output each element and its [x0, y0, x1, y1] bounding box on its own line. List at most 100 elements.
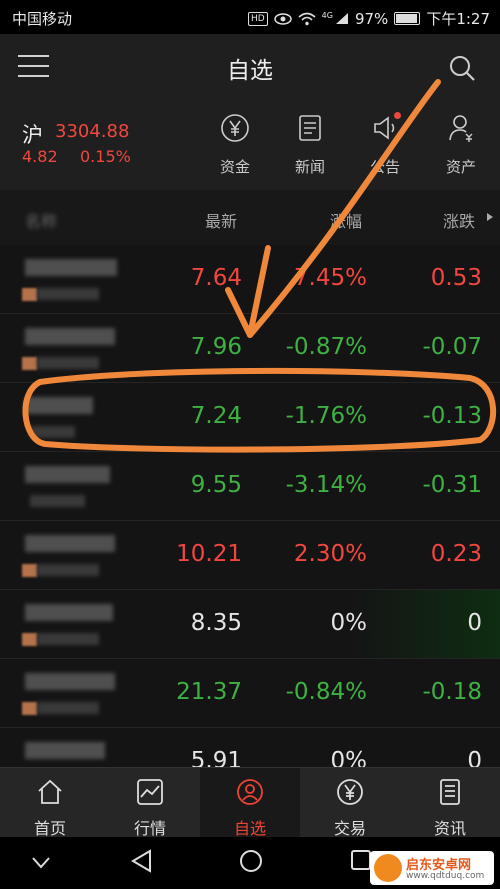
- tab-label: 行情: [133, 819, 166, 838]
- cell-price: 9.55: [190, 472, 242, 498]
- stock-code: [30, 495, 85, 507]
- cell-change-pct: -0.84%: [285, 679, 367, 705]
- table-row[interactable]: 7.24 -1.76% -0.13: [0, 383, 500, 452]
- cell-change: -0.18: [422, 679, 482, 705]
- stock-name: [25, 259, 117, 276]
- user-assets-icon: [449, 115, 473, 142]
- cell-change-pct: 7.45%: [293, 265, 367, 291]
- recents-icon[interactable]: [350, 849, 372, 871]
- app-bar: 自选: [0, 34, 500, 100]
- stock-name: [25, 604, 113, 621]
- table-row[interactable]: 7.96 -0.87% -0.07: [0, 314, 500, 383]
- index-panel: 沪 3304.88 4.82 0.15% 资金 新闻 公告 资产: [0, 100, 500, 191]
- tab-info[interactable]: 资讯: [400, 768, 500, 838]
- watchlist: 7.64 7.45% 0.53 7.96 -0.87% -0.07 7.24 -…: [0, 245, 500, 797]
- home-icon: [38, 779, 62, 804]
- index-change-pct: 0.15%: [80, 147, 131, 166]
- quick-label: 新闻: [294, 158, 325, 176]
- eye-icon: [273, 12, 292, 25]
- quick-news-button[interactable]: 新闻: [280, 112, 340, 177]
- cell-price: 7.64: [190, 265, 242, 291]
- cell-change: -0.31: [422, 472, 482, 498]
- search-icon[interactable]: [448, 54, 476, 82]
- stock-code: [37, 633, 99, 645]
- yen-circle-icon: [221, 114, 249, 142]
- quick-notice-button[interactable]: 公告: [355, 112, 415, 177]
- tab-market[interactable]: 行情: [100, 768, 200, 838]
- table-row[interactable]: 21.37 -0.84% -0.18: [0, 659, 500, 728]
- column-change[interactable]: 涨跌: [443, 208, 475, 232]
- quick-funds-button[interactable]: 资金: [205, 112, 265, 177]
- wifi-icon: [298, 12, 316, 25]
- hd-icon: HD: [247, 11, 268, 26]
- index-change: 4.82: [22, 147, 58, 166]
- network-type: 4G: [321, 11, 333, 20]
- status-right: HD 4G 97% 下午1:27: [247, 8, 490, 29]
- sort-arrow-icon[interactable]: [487, 213, 493, 221]
- cell-change: 0.23: [430, 541, 482, 567]
- tab-label: 自选: [233, 819, 266, 838]
- index-name[interactable]: 沪: [22, 119, 43, 149]
- cell-change: -0.13: [422, 403, 482, 429]
- stock-code: [37, 288, 99, 300]
- battery-icon: [394, 12, 421, 25]
- stock-code: [30, 426, 75, 438]
- stock-code: [37, 702, 99, 714]
- stock-name: [25, 742, 105, 759]
- watermark-logo: [374, 854, 402, 882]
- cell-price: 10.21: [176, 541, 242, 567]
- stock-name: [25, 535, 115, 552]
- bottom-tab-bar: 首页 行情 自选 交易 资讯: [0, 767, 500, 838]
- cell-price: 21.37: [176, 679, 242, 705]
- tab-watchlist[interactable]: 自选: [200, 768, 300, 838]
- column-latest[interactable]: 最新: [205, 208, 237, 232]
- table-row[interactable]: 7.64 7.45% 0.53: [0, 245, 500, 314]
- chevron-down-icon[interactable]: [32, 857, 50, 869]
- column-change-pct[interactable]: 涨幅: [330, 208, 362, 232]
- table-row[interactable]: 8.35 0% 0: [0, 590, 500, 659]
- cell-change-pct: -0.87%: [285, 334, 367, 360]
- cell-change-pct: 0%: [330, 610, 368, 636]
- news-icon: [299, 115, 321, 141]
- cell-change: 0: [467, 610, 482, 636]
- quick-label: 公告: [369, 158, 400, 176]
- stock-code: [37, 357, 99, 369]
- table-row[interactable]: 10.21 2.30% 0.23: [0, 521, 500, 590]
- tab-label: 首页: [33, 819, 66, 838]
- quick-label: 资产: [445, 158, 476, 176]
- watermark-url: www.qdtduq.com: [406, 871, 485, 881]
- status-bar: 中国移动 HD 4G 97% 下午1:27: [0, 0, 500, 34]
- stock-name: [25, 466, 110, 483]
- stock-code: [37, 564, 99, 576]
- table-row[interactable]: 9.55 -3.14% -0.31: [0, 452, 500, 521]
- carrier-name: 中国移动: [12, 10, 73, 28]
- cell-price: 7.24: [190, 403, 242, 429]
- cell-price: 7.96: [190, 334, 242, 360]
- stock-name: [25, 328, 115, 345]
- tab-trade[interactable]: 交易: [300, 768, 400, 838]
- home-circle-icon[interactable]: [239, 849, 263, 873]
- tab-label: 资讯: [433, 819, 466, 838]
- signal-icon: [335, 13, 348, 24]
- stock-name: [25, 397, 93, 414]
- cell-change: -0.07: [422, 334, 482, 360]
- market-tag: [22, 633, 37, 646]
- watchlist-icon: [237, 779, 263, 805]
- back-icon[interactable]: [130, 849, 152, 873]
- clock: 下午1:27: [426, 10, 490, 28]
- column-name[interactable]: 名称: [25, 208, 57, 232]
- quick-assets-button[interactable]: 资产: [431, 112, 491, 177]
- market-tag: [22, 288, 37, 301]
- column-header: 名称 最新 涨幅 涨跌: [0, 190, 500, 246]
- market-tag: [22, 357, 37, 370]
- cell-price: 8.35: [190, 610, 242, 636]
- tab-label: 交易: [333, 819, 366, 838]
- cell-change-pct: -3.14%: [285, 472, 367, 498]
- market-tag: [22, 564, 37, 577]
- quick-label: 资金: [219, 158, 250, 176]
- cell-change-pct: 2.30%: [293, 541, 367, 567]
- battery-percent: 97%: [354, 9, 389, 28]
- tab-home[interactable]: 首页: [0, 768, 100, 838]
- cell-change-pct: -1.76%: [285, 403, 367, 429]
- index-value: 3304.88: [55, 121, 130, 142]
